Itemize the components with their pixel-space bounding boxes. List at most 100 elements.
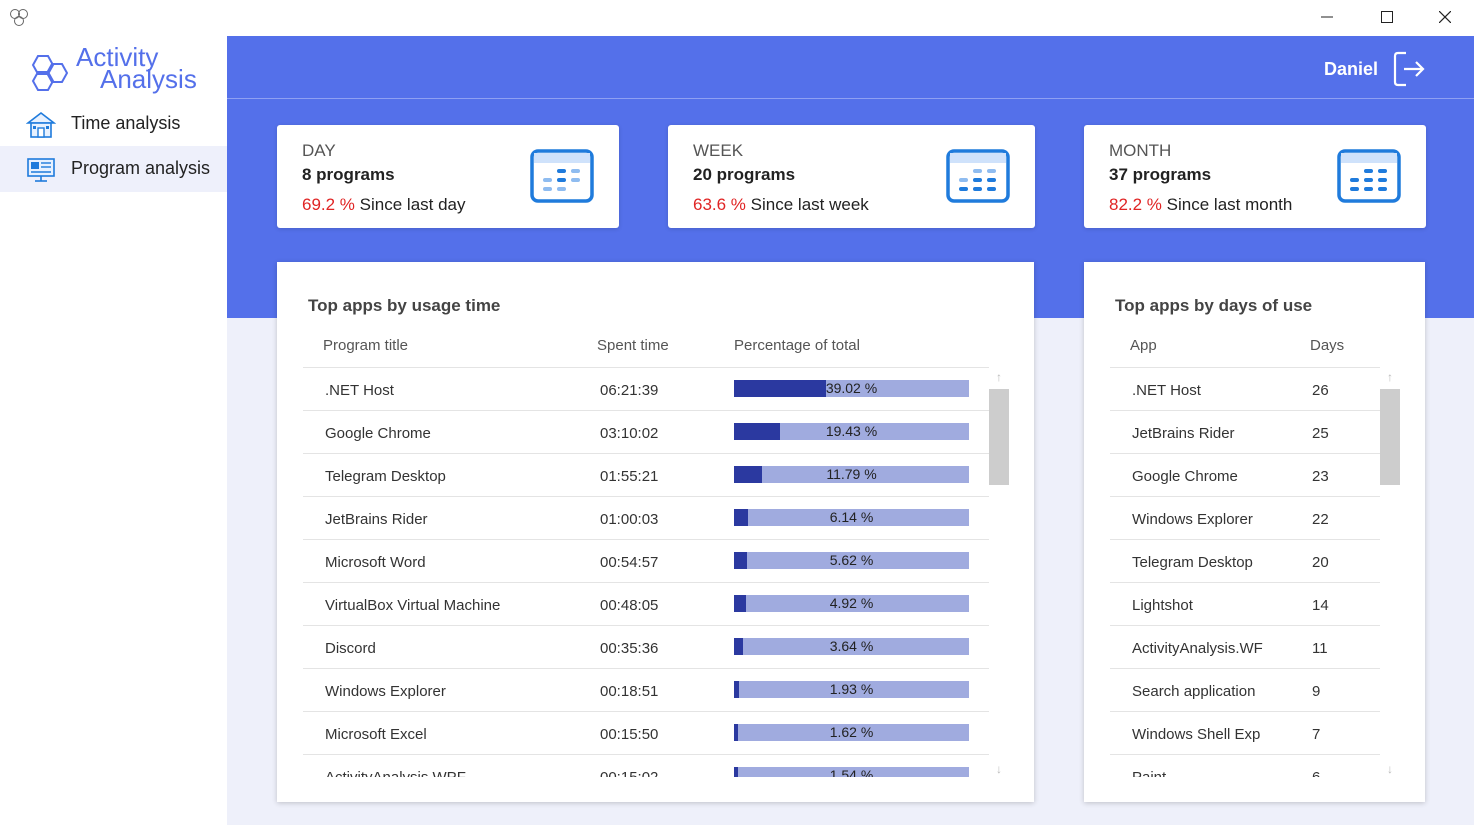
column-header-days[interactable]: Days: [1310, 337, 1344, 354]
close-button[interactable]: [1416, 0, 1474, 34]
program-title-cell: VirtualBox Virtual Machine: [325, 597, 501, 614]
scroll-down-icon[interactable]: ↓: [993, 762, 1005, 776]
scrollbar-thumb[interactable]: [989, 389, 1009, 485]
user-area: Daniel: [1324, 50, 1426, 88]
stat-percent: 82.2 %: [1109, 195, 1162, 214]
minimize-button[interactable]: [1298, 0, 1356, 34]
app-name-cell: Windows Shell Exp: [1132, 726, 1261, 743]
app-name-cell: Telegram Desktop: [1132, 554, 1253, 571]
monitor-icon: [27, 158, 55, 182]
days-cell: 20: [1312, 554, 1329, 571]
percentage-label: 5.62 %: [829, 552, 874, 568]
days-cell: 6: [1312, 769, 1320, 777]
days-scrollbar[interactable]: ↑ ↓: [1380, 366, 1400, 778]
program-title-cell: Google Chrome: [325, 425, 431, 442]
table-row[interactable]: Windows Explorer 22: [1110, 496, 1380, 539]
column-header-program[interactable]: Program title: [323, 337, 408, 354]
column-header-time[interactable]: Spent time: [597, 337, 669, 354]
stat-since-label: Since last week: [750, 195, 869, 214]
logout-icon[interactable]: [1392, 50, 1426, 88]
table-row[interactable]: Paint 6: [1110, 754, 1380, 777]
spent-time-cell: 06:21:39: [600, 382, 659, 399]
usage-time-panel: Top apps by usage time Program title Spe…: [277, 262, 1034, 802]
table-row[interactable]: .NET Host 26: [1110, 367, 1380, 410]
table-row[interactable]: Discord 00:35:36 3.64 %: [303, 625, 989, 668]
user-name: Daniel: [1323, 58, 1378, 79]
table-row[interactable]: Windows Shell Exp 7: [1110, 711, 1380, 754]
app-logo-icon: [10, 9, 28, 26]
table-row[interactable]: Search application 9: [1110, 668, 1380, 711]
percentage-label: 1.93 %: [829, 681, 874, 697]
stat-since-label: Since last day: [359, 195, 466, 214]
app-name-cell: Google Chrome: [1132, 468, 1238, 485]
stat-count: 8 programs: [302, 165, 395, 184]
sidebar: Activity Analysis Time analysis Program …: [0, 36, 227, 825]
days-cell: 22: [1312, 511, 1329, 528]
scroll-up-icon[interactable]: ↑: [1384, 370, 1396, 384]
nav-item-label: Time analysis: [71, 113, 181, 133]
app-name-cell: Paint: [1132, 769, 1272, 777]
app-logo: Activity Analysis: [28, 42, 218, 96]
days-table-body: .NET Host 26 JetBrains Rider 25 Google Chrom…: [1110, 367, 1380, 777]
column-header-app[interactable]: App: [1130, 337, 1157, 354]
scrollbar-thumb[interactable]: [1380, 389, 1400, 485]
nav-item-time-analysis[interactable]: Time analysis: [0, 101, 227, 147]
table-row[interactable]: Windows Explorer 00:18:51 1.93 %: [303, 668, 989, 711]
percentage-bar: 4.92 %: [734, 595, 969, 612]
app-name-cell: Windows Explorer: [1132, 511, 1253, 528]
table-row[interactable]: .NET Host 06:21:39 39.02 %: [303, 367, 989, 410]
days-cell: 11: [1312, 640, 1328, 657]
table-row[interactable]: Google Chrome 03:10:02 19.43 %: [303, 410, 989, 453]
table-row[interactable]: VirtualBox Virtual Machine 00:48:05 4.92 %: [303, 582, 989, 625]
spent-time-cell: 00:15:02: [600, 769, 658, 777]
percentage-bar: 1.62 %: [734, 724, 969, 741]
table-row[interactable]: Microsoft Word 00:54:57 5.62 %: [303, 539, 989, 582]
stat-since: 82.2 % Since last month: [1109, 195, 1292, 215]
minimize-icon: [1321, 16, 1333, 18]
days-cell: 23: [1312, 468, 1329, 485]
days-cell: 25: [1312, 425, 1329, 442]
program-title-cell: ActivityAnalysis.WPF: [325, 769, 585, 777]
spent-time-cell: 00:54:57: [600, 554, 659, 571]
table-row[interactable]: Telegram Desktop 20: [1110, 539, 1380, 582]
program-title-cell: Windows Explorer: [325, 683, 446, 700]
app-title: Activity Analysis: [76, 44, 197, 92]
percentage-label: 39.02 %: [825, 380, 878, 396]
table-row[interactable]: ActivityAnalysis.WF 11: [1110, 625, 1380, 668]
percentage-bar: 11.79 %: [734, 466, 969, 483]
program-title-cell: .NET Host: [325, 382, 394, 399]
table-row[interactable]: JetBrains Rider 01:00:03 6.14 %: [303, 496, 989, 539]
scroll-down-icon[interactable]: ↓: [1384, 762, 1396, 776]
days-cell: 14: [1312, 597, 1329, 614]
table-row[interactable]: JetBrains Rider 25: [1110, 410, 1380, 453]
usage-scrollbar[interactable]: ↑ ↓: [989, 366, 1009, 778]
percentage-bar: 1.54 %: [734, 767, 969, 777]
table-row[interactable]: Lightshot 14: [1110, 582, 1380, 625]
nav-item-program-analysis[interactable]: Program analysis: [0, 146, 227, 192]
program-title-cell: Discord: [325, 640, 376, 657]
calendar-icon: [946, 149, 1010, 203]
stat-period: WEEK: [693, 141, 744, 160]
table-row[interactable]: Microsoft Excel 00:15:50 1.62 %: [303, 711, 989, 754]
program-title-cell: Microsoft Excel: [325, 726, 427, 743]
percentage-label: 1.62 %: [829, 724, 874, 740]
app-name-cell: Search application: [1132, 683, 1256, 700]
panel-title: Top apps by days of use: [1115, 296, 1313, 315]
usage-table-body: .NET Host 06:21:39 39.02 % Google Chrome 03:…: [303, 367, 989, 777]
close-icon: [1439, 11, 1451, 23]
percentage-bar: 39.02 %: [734, 380, 969, 397]
program-title-cell: Telegram Desktop: [325, 468, 446, 485]
stat-count: 37 programs: [1109, 165, 1212, 184]
maximize-button[interactable]: [1358, 0, 1416, 34]
panel-title: Top apps by usage time: [308, 296, 501, 315]
stat-card-day: DAY 8 programs 69.2 % Since last day: [277, 125, 619, 228]
spent-time-cell: 00:18:51: [600, 683, 659, 700]
spent-time-cell: 00:35:36: [600, 640, 659, 657]
scroll-up-icon[interactable]: ↑: [993, 370, 1005, 384]
column-header-percentage[interactable]: Percentage of total: [734, 337, 860, 354]
table-row[interactable]: ActivityAnalysis.WPF 00:15:02 1.54 %: [303, 754, 989, 777]
table-row[interactable]: Google Chrome 23: [1110, 453, 1380, 496]
app-name-cell: Lightshot: [1132, 597, 1193, 614]
main-content: Daniel DAY 8 programs 69.2 % Since last …: [227, 36, 1474, 825]
table-row[interactable]: Telegram Desktop 01:55:21 11.79 %: [303, 453, 989, 496]
